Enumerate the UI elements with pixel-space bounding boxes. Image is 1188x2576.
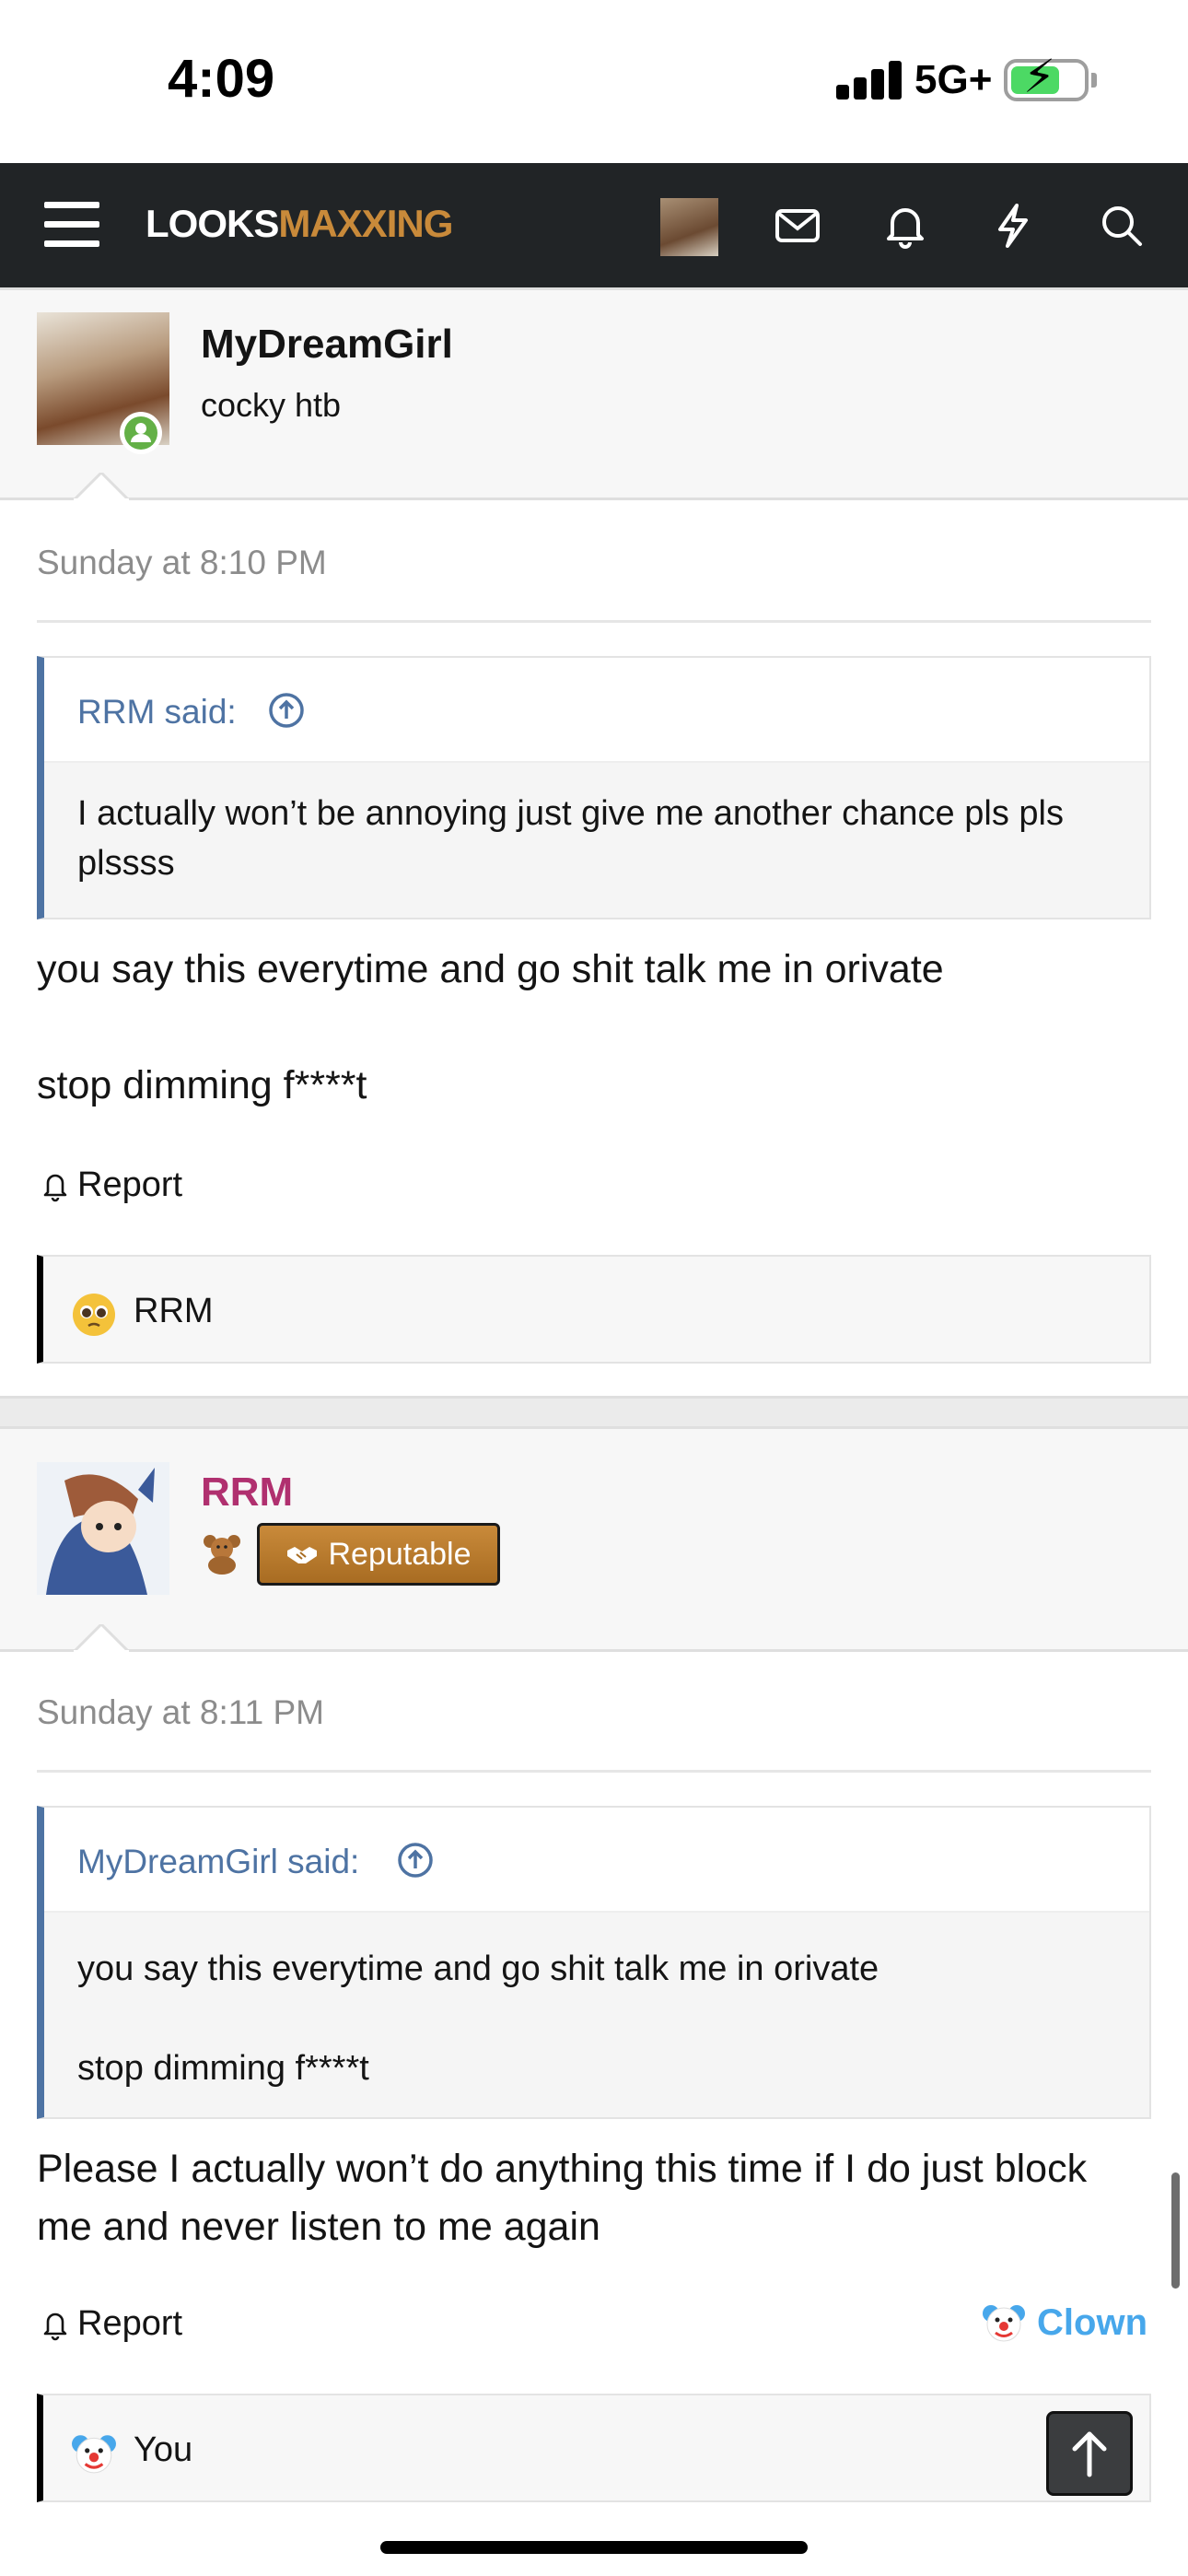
reactions-bar[interactable]: RRM [37,1255,1151,1364]
reactions-bar[interactable]: You [37,2394,1151,2502]
account-avatar[interactable] [660,198,718,256]
post-username[interactable]: RRM [201,1469,293,1516]
reaction-user[interactable]: You [134,2430,192,2470]
home-indicator[interactable] [380,2541,808,2554]
network-type: 5G+ [914,57,993,102]
avatar[interactable] [37,1462,169,1595]
online-status-icon [120,412,162,454]
message-line: stop dimming f****t [37,1063,367,1107]
post-user-bar: MyDreamGirl cocky htb [0,290,1188,500]
bell-icon [43,1174,67,1201]
site-logo[interactable]: LOOKSMAXXING [146,202,453,246]
post-date[interactable]: Sunday at 8:11 PM [37,1693,324,1732]
report-button[interactable]: Report [41,2304,182,2344]
whats-new-icon[interactable] [987,200,1039,252]
report-button[interactable]: Report [41,1165,182,1205]
clown-face-icon [983,2305,1026,2342]
status-bar: 4:09 5G+ ⚡ [0,0,1188,163]
pleading-face-icon [73,1294,115,1336]
teddy-bear-icon [204,1535,240,1575]
top-nav: LOOKSMAXXING [0,163,1188,287]
arrow-up-icon [1072,2431,1107,2477]
quote-text: stop dimming f****t [77,2049,369,2088]
reputable-badge: Reputable [257,1523,500,1586]
post-user-bar: RRM Reputable [0,1429,1188,1652]
scroll-to-top-button[interactable] [1046,2411,1133,2496]
handshake-icon [287,1547,318,1563]
search-icon[interactable] [1096,200,1147,252]
react-clown-button[interactable]: Clown [982,2301,1147,2345]
post-mydreamgirl: MyDreamGirl cocky htb Sunday at 8:10 PM … [0,287,1188,1399]
message-text: Please I actually won’t do anything this… [37,2147,1088,2249]
charging-icon: ⚡ [1023,51,1056,102]
quote-text: you say this everytime and go shit talk … [77,1950,879,1988]
signal-icon [836,61,903,100]
status-time: 4:09 [168,49,275,109]
scrollbar[interactable] [1171,2172,1180,2289]
bell-icon[interactable] [879,200,931,252]
quote-block: MyDreamGirl said: you say this everytime… [37,1806,1151,2119]
user-title: cocky htb [201,386,342,424]
menu-icon[interactable] [44,200,99,250]
reaction-user[interactable]: RRM [134,1292,214,1331]
post-rrm: RRM Reputable Sunday at 8:11 PM MyDreamG… [0,1426,1188,2576]
jump-to-quote-icon[interactable] [267,691,306,730]
quote-author[interactable]: RRM said: [77,693,237,732]
inbox-icon[interactable] [772,200,823,252]
clown-face-icon [72,2435,116,2474]
post-date[interactable]: Sunday at 8:10 PM [37,544,327,582]
bell-icon [43,2313,67,2340]
jump-to-quote-icon[interactable] [396,1841,435,1879]
quote-author[interactable]: MyDreamGirl said: [77,1843,359,1881]
quote-text: I actually won’t be annoying just give m… [77,794,1064,883]
message-line: you say this everytime and go shit talk … [37,947,944,991]
quote-block: RRM said: I actually won’t be annoying j… [37,656,1151,919]
post-username[interactable]: MyDreamGirl [201,322,453,368]
